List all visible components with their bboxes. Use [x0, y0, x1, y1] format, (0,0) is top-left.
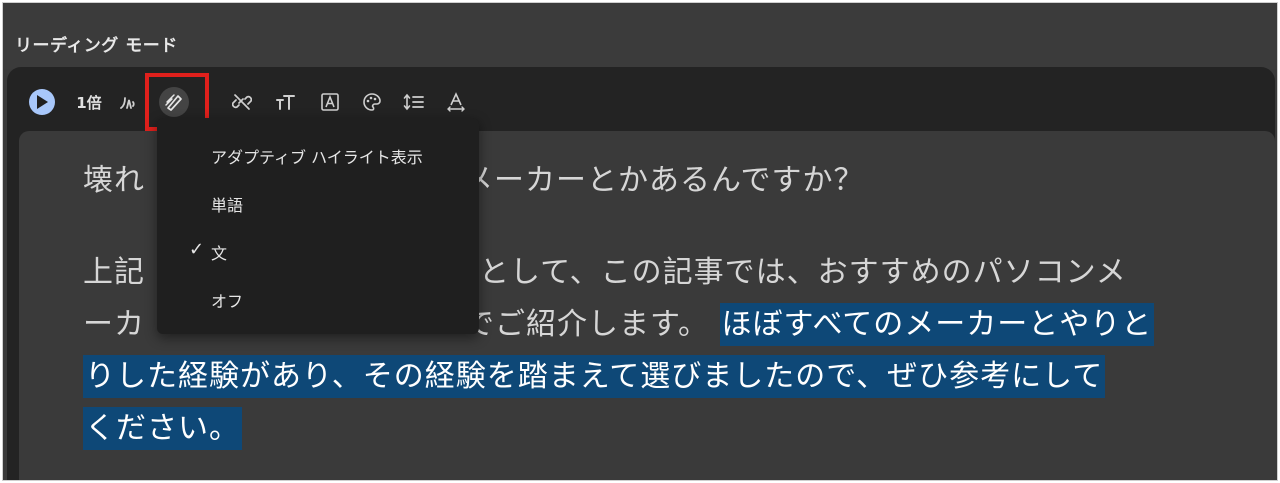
paragraph-line-1-left: 上記: [83, 255, 145, 290]
line-spacing-icon: [403, 93, 424, 111]
paragraph-line-3: りした経験があり、その経験を踏まえて選びましたので、ぜひ参考にして: [83, 351, 1253, 403]
play-icon: [37, 95, 48, 109]
highlight-button[interactable]: [159, 87, 189, 117]
menu-item-label: オフ: [211, 292, 244, 311]
window-title: リーディング モード: [15, 36, 178, 56]
voice-settings-icon: [120, 97, 135, 109]
palette-icon: [363, 93, 381, 111]
menu-item-word[interactable]: 単語: [157, 178, 479, 226]
paragraph-line-4: ください。: [83, 403, 1253, 455]
heading-text-left: 壊れ: [83, 163, 145, 198]
letter-spacing-icon: [447, 92, 465, 112]
checkmark-icon: ✓: [189, 239, 205, 260]
menu-item-label: 文: [211, 244, 228, 263]
menu-item-adaptive-highlight[interactable]: アダプティブ ハイライト表示: [157, 130, 479, 178]
letter-spacing-button[interactable]: [443, 89, 469, 115]
line-spacing-button[interactable]: [401, 89, 427, 115]
highlight-pen-icon: [165, 94, 182, 111]
reading-mode-window: リーディング モード 1倍 壊れ メーカーとかあるんですか？ 上記 えとして、こ…: [2, 2, 1278, 481]
paragraph-line-1-right: えとして、この記事では、おすすめのパソコンメ: [448, 255, 1127, 290]
speed-button[interactable]: 1倍: [69, 89, 109, 115]
menu-item-label: 単語: [211, 196, 244, 215]
highlighted-sentence-part-3: ください。: [83, 407, 242, 450]
voice-settings-button[interactable]: [115, 89, 141, 115]
color-theme-button[interactable]: [359, 89, 385, 115]
font-size-button[interactable]: [271, 89, 301, 115]
highlight-options-menu: アダプティブ ハイライト表示 単語 ✓ 文 オフ: [157, 118, 479, 334]
link-off-icon: [232, 94, 252, 110]
title-bar: リーディング モード: [3, 3, 1277, 69]
paragraph-line-2-left: ーカ: [83, 307, 145, 342]
menu-item-label: アダプティブ ハイライト表示: [211, 148, 423, 167]
font-size-icon: [276, 95, 295, 110]
play-button[interactable]: [29, 89, 55, 115]
font-icon: [321, 93, 339, 111]
menu-item-sentence[interactable]: ✓ 文: [157, 226, 479, 274]
heading-text-right: メーカーとかあるんですか？: [463, 163, 865, 198]
highlighted-sentence-part-1: ほぼすべてのメーカーとやりと: [719, 303, 1155, 346]
highlighted-sentence-part-2: りした経験があり、その経験を踏まえて選びましたので、ぜひ参考にして: [83, 355, 1106, 398]
menu-item-off[interactable]: オフ: [157, 274, 479, 322]
links-toggle-button[interactable]: [229, 89, 255, 115]
font-button[interactable]: [317, 89, 343, 115]
paragraph-line-2-right: でご紹介します。: [464, 307, 709, 342]
